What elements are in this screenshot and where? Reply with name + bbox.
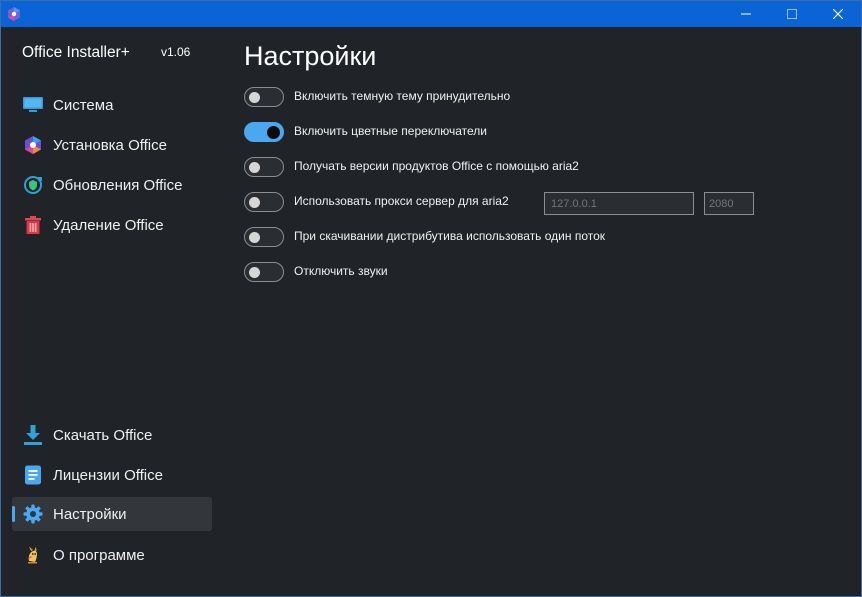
minimize-icon — [741, 13, 751, 15]
close-icon — [833, 9, 843, 19]
license-document-icon — [25, 465, 41, 485]
setting-label: Использовать прокси сервер для aria2 — [294, 194, 509, 208]
sidebar-item-label: Обновления Office — [53, 177, 183, 194]
sidebar-item-label: О программе — [53, 547, 145, 564]
active-indicator — [12, 506, 15, 522]
title-bar[interactable] — [1, 1, 861, 27]
page-title: Настройки — [244, 41, 377, 71]
trash-icon — [25, 216, 41, 234]
sidebar-item-system[interactable]: Система — [12, 88, 212, 122]
maximize-button[interactable] — [769, 1, 815, 27]
sidebar-item-about[interactable]: О программе — [12, 538, 212, 572]
toggle-knob — [249, 197, 260, 208]
toggle-switch[interactable] — [244, 157, 284, 177]
update-shield-icon — [24, 176, 42, 194]
sidebar: Office Installer+ v1.06 Система Установк… — [1, 27, 221, 596]
toggle-knob — [249, 162, 260, 173]
office-logo-icon — [25, 136, 41, 154]
toggle-switch[interactable] — [244, 192, 284, 212]
gear-icon — [23, 504, 43, 524]
monitor-icon — [23, 97, 43, 112]
sidebar-item-remove-office[interactable]: Удаление Office — [12, 208, 212, 242]
toggle-switch[interactable] — [244, 122, 284, 142]
toggle-knob — [249, 232, 260, 243]
sidebar-item-label: Удаление Office — [53, 217, 164, 234]
sidebar-item-update-office[interactable]: Обновления Office — [12, 168, 212, 202]
sidebar-item-label: Лицензии Office — [53, 467, 163, 484]
settings-panel: Настройки Включить темную тему принудите… — [221, 27, 861, 596]
toggle-knob — [249, 267, 260, 278]
sidebar-item-label: Установка Office — [53, 137, 167, 154]
toggle-switch[interactable] — [244, 227, 284, 247]
sidebar-item-label: Настройки — [53, 506, 127, 523]
download-icon — [24, 425, 42, 445]
minimize-button[interactable] — [723, 1, 769, 27]
proxy-host-input[interactable] — [544, 192, 694, 215]
app-version: v1.06 — [161, 45, 191, 59]
sidebar-item-settings[interactable]: Настройки — [12, 497, 212, 531]
sidebar-item-label: Система — [53, 97, 114, 114]
app-logo-icon — [8, 7, 20, 21]
close-button[interactable] — [815, 1, 861, 27]
sidebar-item-download-office[interactable]: Скачать Office — [12, 418, 212, 452]
setting-label: При скачивании дистрибутива использовать… — [294, 229, 606, 243]
sidebar-item-label: Скачать Office — [53, 427, 153, 444]
setting-label: Получать версии продуктов Office с помощ… — [294, 159, 579, 173]
toggle-knob — [267, 126, 280, 139]
about-mascot-icon — [27, 546, 37, 564]
app-name: Office Installer+ — [22, 44, 130, 61]
app-window: Office Installer+ v1.06 Система Установк… — [0, 0, 862, 597]
setting-label: Включить цветные переключатели — [294, 124, 487, 138]
setting-label: Включить темную тему принудительно — [294, 89, 511, 103]
setting-label: Отключить звуки — [294, 264, 388, 278]
proxy-port-input[interactable] — [704, 192, 754, 215]
toggle-switch[interactable] — [244, 87, 284, 107]
sidebar-item-licenses[interactable]: Лицензии Office — [12, 458, 212, 492]
sidebar-item-install-office[interactable]: Установка Office — [12, 128, 212, 162]
toggle-knob — [249, 92, 260, 103]
toggle-switch[interactable] — [244, 262, 284, 282]
maximize-icon — [787, 9, 797, 19]
